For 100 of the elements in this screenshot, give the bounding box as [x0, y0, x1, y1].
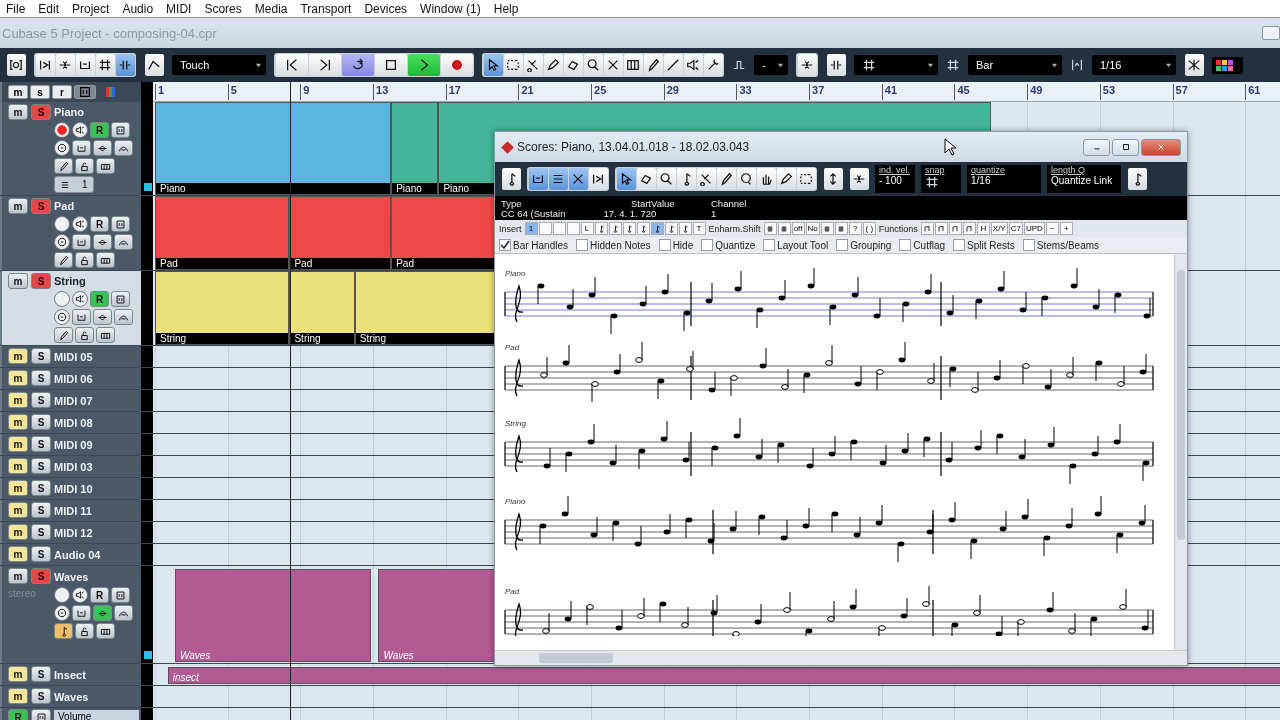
- option-checkbox[interactable]: Split Rests: [953, 239, 1015, 251]
- menu-item[interactable]: File: [0, 1, 33, 16]
- solo-button[interactable]: S: [31, 436, 51, 452]
- menu-item[interactable]: Media: [248, 1, 295, 16]
- event-part[interactable]: Waves: [175, 569, 372, 662]
- track-header[interactable]: m S Waves: [0, 686, 141, 707]
- mute-button[interactable]: m: [8, 546, 28, 562]
- track-header[interactable]: m S Pad R: [0, 196, 141, 270]
- function-button[interactable]: X/Y: [990, 222, 1008, 235]
- mute-button[interactable]: m: [8, 688, 28, 704]
- mute-button[interactable]: m: [8, 198, 28, 214]
- grid-type-dropdown[interactable]: Bar: [968, 55, 1062, 75]
- voice-button[interactable]: 1: [524, 222, 538, 235]
- solo-button[interactable]: S: [31, 666, 51, 682]
- option-checkbox[interactable]: Quantize: [701, 239, 756, 251]
- track-header[interactable]: m S MIDI 06: [0, 368, 141, 389]
- read-button[interactable]: R: [90, 587, 109, 603]
- mute-button[interactable]: m: [8, 568, 28, 584]
- option-checkbox[interactable]: Grouping: [836, 239, 892, 251]
- menu-item[interactable]: Edit: [32, 1, 67, 16]
- velocity-field[interactable]: - 100: [879, 175, 902, 186]
- option-checkbox[interactable]: Hide: [658, 239, 694, 251]
- solo-button[interactable]: S: [31, 502, 51, 518]
- mute-button[interactable]: m: [8, 524, 28, 540]
- parameter-field[interactable]: Volume: [54, 710, 139, 720]
- track-header[interactable]: m S MIDI 07: [0, 390, 141, 411]
- solo-button[interactable]: S: [31, 348, 51, 364]
- event-part[interactable]: String: [155, 271, 290, 345]
- mute-button[interactable]: m: [8, 104, 28, 120]
- track-header[interactable]: m S MIDI 08: [0, 412, 141, 433]
- event-part[interactable]: Piano: [155, 102, 392, 195]
- mute-button[interactable]: m: [8, 348, 28, 364]
- read-button[interactable]: R: [8, 709, 28, 720]
- length-dropdown[interactable]: Quantize Link: [1051, 175, 1113, 186]
- info-value[interactable]: 17. 4. 1. 72: [597, 209, 651, 219]
- info-value[interactable]: 1: [711, 209, 791, 219]
- function-button[interactable]: +: [1059, 222, 1073, 235]
- quantize-dropdown[interactable]: 1/16: [971, 175, 991, 186]
- mute-button[interactable]: m: [8, 666, 28, 682]
- track-header[interactable]: m S MIDI 12: [0, 522, 141, 543]
- text-button[interactable]: T: [692, 222, 706, 235]
- option-checkbox[interactable]: Stems/Beams: [1022, 239, 1100, 251]
- solo-button[interactable]: S: [31, 414, 51, 430]
- menu-item[interactable]: Help: [487, 1, 526, 16]
- quantize-dropdown[interactable]: 1/16: [1092, 55, 1176, 75]
- event-part[interactable]: String: [289, 271, 355, 345]
- info-value[interactable]: CC 64 (Sustain: [501, 209, 597, 219]
- menu-item[interactable]: Window (1): [414, 1, 488, 16]
- option-checkbox[interactable]: Hidden Notes: [576, 239, 651, 251]
- solo-button[interactable]: S: [31, 273, 51, 289]
- solo-button[interactable]: S: [31, 392, 51, 408]
- global-toggle-button[interactable]: s: [30, 85, 50, 99]
- solo-button[interactable]: S: [31, 458, 51, 474]
- event-part[interactable]: Pad: [289, 196, 392, 270]
- track-header[interactable]: m S MIDI 05: [0, 346, 141, 367]
- event-part[interactable]: insect: [167, 667, 1280, 684]
- event-part[interactable]: Piano: [391, 102, 439, 195]
- solo-button[interactable]: S: [31, 370, 51, 386]
- global-toggle-button[interactable]: m: [8, 85, 28, 99]
- read-button[interactable]: R: [90, 291, 109, 307]
- automation-mode-dropdown[interactable]: Touch: [172, 55, 266, 75]
- read-button[interactable]: R: [90, 216, 109, 232]
- enharmonic-button[interactable]: off: [791, 222, 805, 235]
- enharmonic-button[interactable]: No: [805, 222, 820, 235]
- lock-button[interactable]: L: [580, 222, 594, 235]
- option-checkbox[interactable]: Layout Tool: [763, 239, 829, 251]
- track-header[interactable]: m S MIDI 03: [0, 456, 141, 477]
- menu-item[interactable]: Scores: [198, 1, 249, 16]
- channel-field[interactable]: 1: [54, 176, 94, 193]
- menu-item[interactable]: MIDI: [160, 1, 199, 16]
- event-part[interactable]: Pad: [155, 196, 290, 270]
- mute-button[interactable]: m: [8, 392, 28, 408]
- mute-button[interactable]: m: [8, 414, 28, 430]
- track-header[interactable]: m S Audio 04: [0, 544, 141, 565]
- enharmonic-button[interactable]: ?: [848, 222, 862, 235]
- snap-type-dropdown[interactable]: -: [754, 55, 788, 75]
- solo-button[interactable]: S: [31, 480, 51, 496]
- solo-button[interactable]: S: [31, 568, 51, 584]
- solo-button[interactable]: S: [31, 524, 51, 540]
- solo-button[interactable]: S: [31, 688, 51, 704]
- menu-item[interactable]: Devices: [358, 1, 415, 16]
- track-header[interactable]: R Volume: [0, 708, 141, 720]
- menu-item[interactable]: Audio: [116, 1, 161, 16]
- function-button[interactable]: UPD: [1023, 222, 1045, 235]
- mute-button[interactable]: m: [8, 273, 28, 289]
- enharmonic-button[interactable]: ( ): [862, 222, 876, 235]
- track-header[interactable]: m S Insect: [0, 664, 141, 685]
- mute-button[interactable]: m: [8, 480, 28, 496]
- track-header[interactable]: m S MIDI 10: [0, 478, 141, 499]
- track-header[interactable]: m S Piano R 1: [0, 102, 141, 195]
- info-value[interactable]: 0: [651, 209, 711, 219]
- read-button[interactable]: R: [90, 122, 109, 138]
- solo-button[interactable]: S: [31, 198, 51, 214]
- option-checkbox[interactable]: Cutflag: [899, 239, 946, 251]
- menu-item[interactable]: Project: [66, 1, 117, 16]
- mute-button[interactable]: m: [8, 436, 28, 452]
- track-header[interactable]: m S MIDI 09: [0, 434, 141, 455]
- function-button[interactable]: H: [976, 222, 990, 235]
- solo-button[interactable]: S: [31, 104, 51, 120]
- mute-button[interactable]: m: [8, 502, 28, 518]
